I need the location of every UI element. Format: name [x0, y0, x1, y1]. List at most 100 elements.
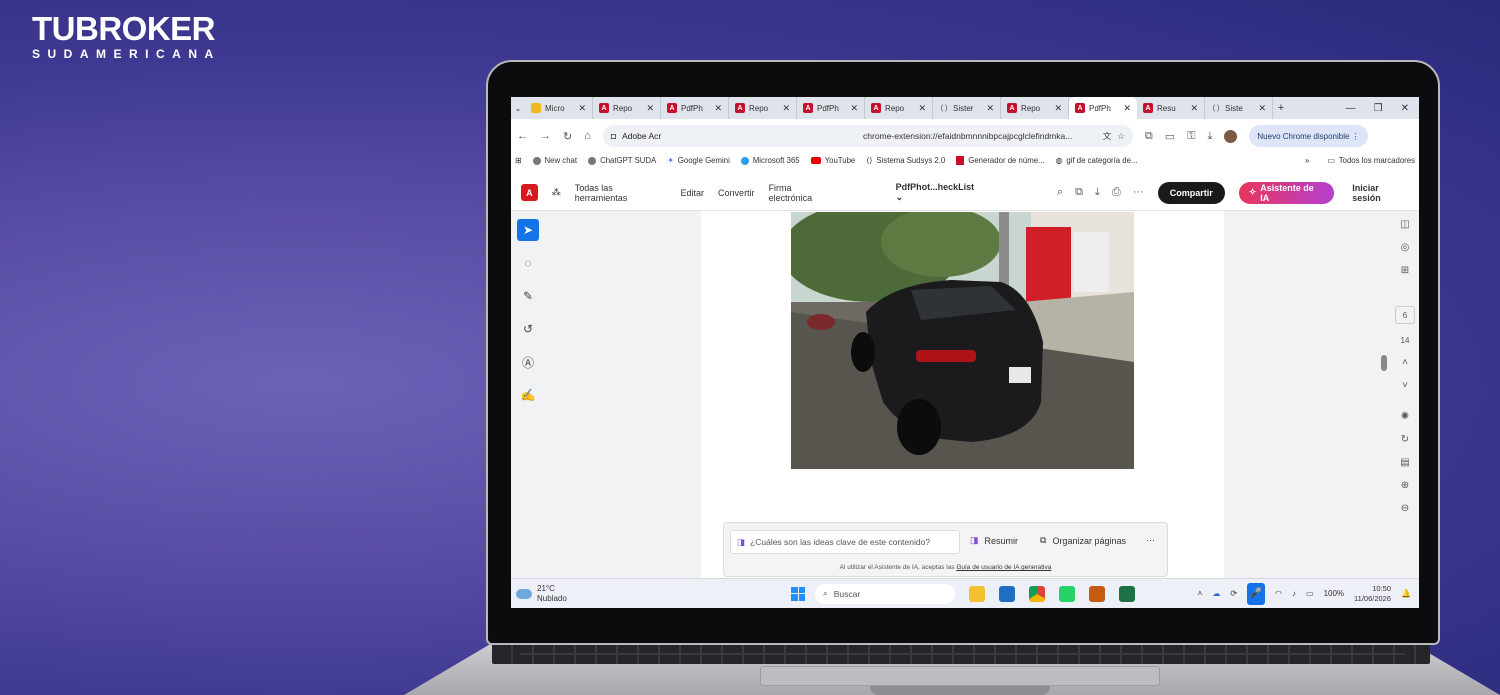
clock[interactable]: 10:50 11/06/2026 [1354, 584, 1391, 604]
ai-tools-icon[interactable]: ⁂ [552, 187, 561, 198]
close-tab-icon[interactable]: ✕ [918, 103, 926, 114]
maximize-icon[interactable]: ❐ [1374, 103, 1383, 114]
office-icon[interactable] [1089, 585, 1105, 602]
tray-chevron-icon[interactable]: ˄ [1198, 589, 1203, 598]
extensions-icon[interactable]: ⧉ [1145, 130, 1153, 143]
vertical-scrollbar[interactable] [1381, 215, 1387, 575]
zoom-in-icon[interactable]: ⊕ [1401, 480, 1409, 491]
search-icon[interactable]: ⌕ [1057, 186, 1063, 199]
password-key-icon[interactable]: ⚿ [1187, 130, 1195, 143]
ai-assistant-button[interactable]: ✧ Asistente de IA [1238, 181, 1335, 204]
profile-avatar[interactable] [1224, 129, 1238, 143]
menu-edit[interactable]: Editar [681, 188, 705, 198]
close-tab-icon[interactable]: ✕ [714, 103, 722, 114]
chevron-up-icon[interactable]: ˄ [1402, 357, 1408, 368]
browser-tab[interactable]: ( ) Siste ✕ [1205, 97, 1273, 119]
bookmark-star-icon[interactable]: ☆ [1117, 131, 1125, 142]
signature-icon[interactable]: ✍ [517, 384, 539, 406]
ai-panel-icon[interactable]: ◫ [1400, 219, 1409, 230]
menu-all-tools[interactable]: Todas las herramientas [575, 183, 667, 203]
close-tab-icon[interactable]: ✕ [1123, 103, 1131, 114]
close-tab-icon[interactable]: ✕ [850, 103, 858, 114]
browser-tab[interactable]: A PdfPh ✕ [1069, 97, 1137, 119]
omnibox[interactable]: ◘ Adobe Acr chrome-extension://efaidnbmn… [602, 125, 1133, 147]
document-info-icon[interactable]: ▤ [1400, 457, 1409, 468]
browser-tab[interactable]: A Repo ✕ [865, 97, 933, 119]
close-tab-icon[interactable]: ✕ [578, 103, 586, 114]
rotate-icon[interactable]: ↻ [1401, 434, 1409, 445]
browser-tab[interactable]: Micro ✕ [525, 97, 593, 119]
close-tab-icon[interactable]: ✕ [1054, 103, 1062, 114]
ai-more-button[interactable]: ··· [1146, 535, 1155, 545]
bookmark-generador[interactable]: Generador de núme... [956, 156, 1045, 165]
comment-icon[interactable]: ◌ [517, 252, 539, 274]
select-cursor-icon[interactable]: ➤ [517, 219, 539, 241]
wifi-icon[interactable]: ◠ [1275, 589, 1282, 598]
minimize-icon[interactable]: — [1346, 103, 1356, 114]
text-box-icon[interactable]: Ⓐ [517, 351, 539, 373]
new-tab-button[interactable]: + [1273, 102, 1289, 114]
close-tab-icon[interactable]: ✕ [1258, 103, 1266, 114]
apps-grid-icon[interactable]: ⊞ [515, 156, 522, 165]
url-text[interactable]: chrome-extension://efaidnbmnnnibpcajpcgl… [863, 131, 1097, 141]
close-window-icon[interactable]: ✕ [1401, 103, 1409, 114]
summarize-button[interactable]: ◨ Resumir [970, 535, 1018, 546]
home-icon[interactable]: ⌂ [584, 130, 591, 142]
bookmark-gemini[interactable]: ✦ Google Gemini [667, 156, 730, 165]
browser-tab[interactable]: A PdfPh ✕ [797, 97, 865, 119]
reload-icon[interactable]: ↻ [563, 130, 572, 143]
scrollbar-thumb[interactable] [1381, 355, 1387, 371]
browser-tab[interactable]: A Repo ✕ [729, 97, 797, 119]
weather-widget[interactable]: 21°C Nublado [511, 584, 761, 604]
document-title[interactable]: PdfPhot...heckList ⌄ [896, 182, 983, 203]
whatsapp-icon[interactable] [1059, 585, 1075, 602]
windows-start-icon[interactable] [791, 586, 805, 601]
forward-icon[interactable]: → [540, 130, 551, 142]
notification-bell-icon[interactable]: 🔔 [1401, 589, 1411, 598]
volume-icon[interactable]: ♪ [1292, 589, 1296, 598]
page-number-input[interactable]: 6 [1395, 306, 1415, 324]
battery-icon[interactable]: ▭ [1306, 589, 1314, 598]
browser-tab[interactable]: A Repo ✕ [1001, 97, 1069, 119]
print-icon[interactable]: ⎙ [1112, 186, 1121, 199]
thumbnails-grid-icon[interactable]: ⊞ [1401, 265, 1409, 276]
bookmark-youtube[interactable]: YouTube [810, 156, 855, 165]
outlook-icon[interactable] [999, 585, 1015, 602]
back-icon[interactable]: ← [517, 130, 528, 142]
taskbar-search[interactable]: ⌕ Buscar [815, 583, 955, 604]
acrobat-logo-icon[interactable]: A [521, 184, 538, 201]
comments-panel-icon[interactable]: ◎ [1401, 242, 1410, 253]
bookmark-microsoft365[interactable]: Microsoft 365 [740, 156, 800, 165]
pages-icon[interactable]: ⧉ [1075, 186, 1083, 199]
bookmark-sudsys[interactable]: ⟨⟩ Sistema Sudsys 2.0 [866, 156, 945, 165]
menu-convert[interactable]: Convertir [718, 188, 755, 198]
close-tab-icon[interactable]: ✕ [986, 103, 994, 114]
file-explorer-icon[interactable] [969, 585, 985, 602]
sync-icon[interactable]: ⟳ [1230, 589, 1237, 598]
close-tab-icon[interactable]: ✕ [1190, 103, 1198, 114]
translate-icon[interactable]: 文 [1103, 130, 1112, 142]
zoom-out-icon[interactable]: ⊖ [1401, 503, 1409, 514]
draw-freehand-icon[interactable]: ↺ [517, 318, 539, 340]
microphone-icon[interactable]: 🎤 [1247, 582, 1266, 605]
browser-tab[interactable]: ( ) Sister ✕ [933, 97, 1001, 119]
bookmark-new-chat[interactable]: New chat [532, 156, 577, 165]
more-bookmarks-button[interactable]: » [1305, 156, 1309, 165]
highlight-pen-icon[interactable]: ✎ [517, 285, 539, 307]
browser-tab[interactable]: A PdfPh ✕ [661, 97, 729, 119]
download-icon[interactable]: ⤓ [1208, 130, 1213, 143]
close-tab-icon[interactable]: ✕ [646, 103, 654, 114]
ai-question-input[interactable]: ◨ ¿Cuáles son las ideas clave de este co… [730, 530, 960, 554]
download-pdf-icon[interactable]: ⤓ [1095, 186, 1100, 199]
chrome-update-button[interactable]: Nuevo Chrome disponible ⋮ [1249, 125, 1368, 147]
browser-tab[interactable]: A Resu ✕ [1137, 97, 1205, 119]
onedrive-icon[interactable]: ☁ [1212, 589, 1220, 598]
chevron-down-icon[interactable]: ˅ [1402, 380, 1408, 391]
excel-icon[interactable] [1119, 585, 1135, 602]
browser-tab[interactable]: A Repo ✕ [593, 97, 661, 119]
sign-in-link[interactable]: Iniciar sesión [1352, 183, 1409, 203]
menu-e-sign[interactable]: Firma electrónica [769, 183, 837, 203]
bookmark-gif[interactable]: ◍ gif de categoría de... [1056, 156, 1138, 165]
close-tab-icon[interactable]: ✕ [782, 103, 790, 114]
cast-icon[interactable]: ▭ [1165, 130, 1175, 143]
